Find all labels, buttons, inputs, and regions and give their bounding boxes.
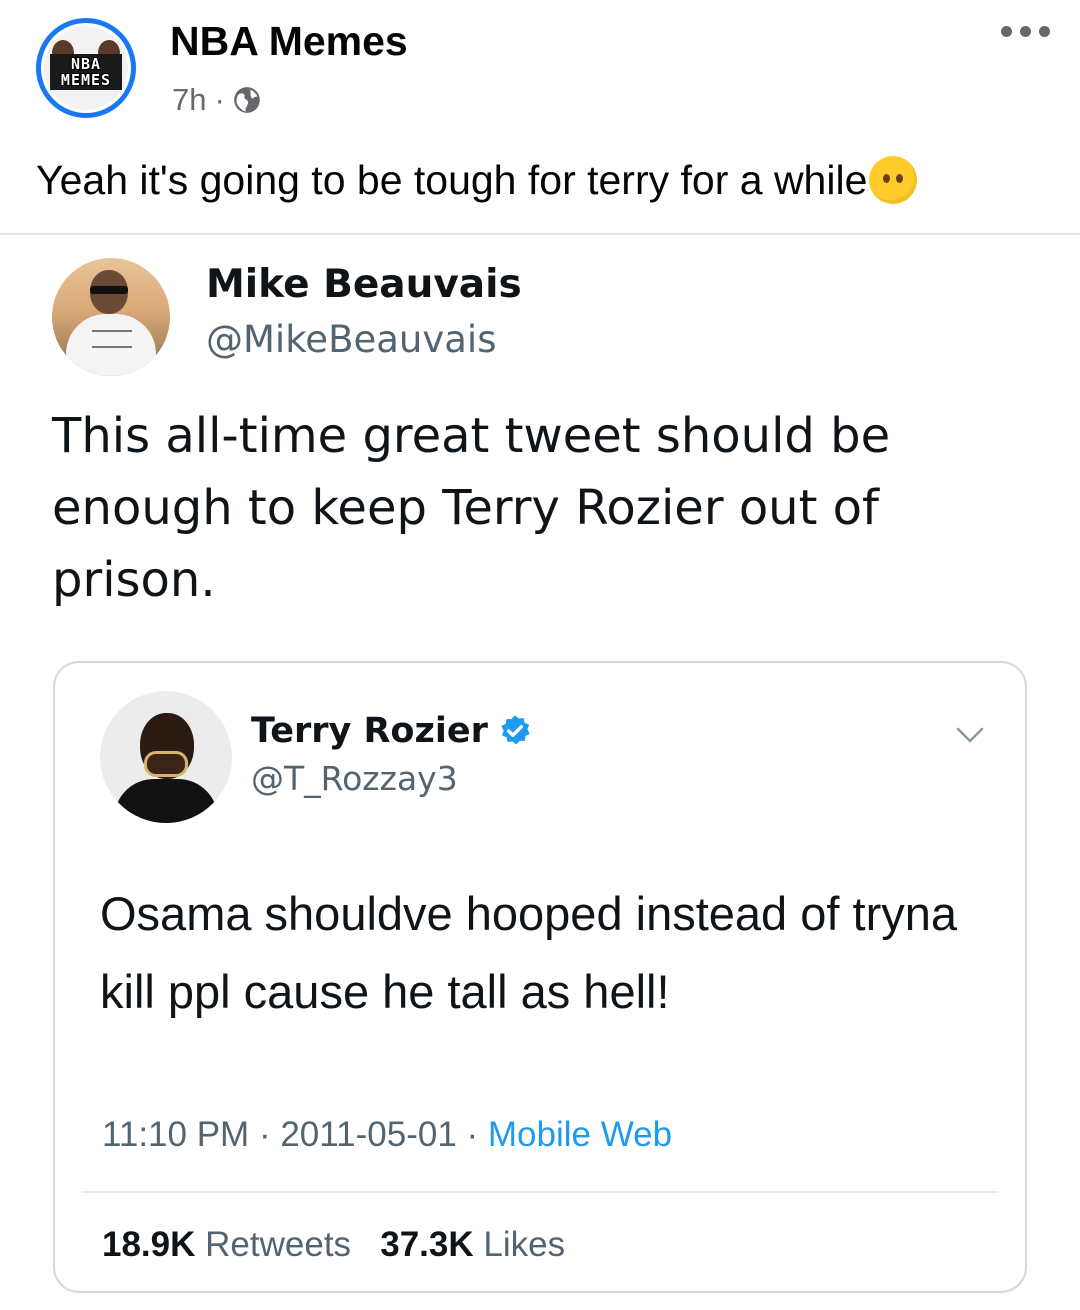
more-dot-2 (1020, 26, 1031, 37)
quoted-author-name: Terry Rozier (251, 711, 532, 751)
post-header: NBA MEMES NBA Memes 7h · (0, 0, 1080, 140)
caption-text: Yeah it's going to be tough for terry fo… (36, 156, 868, 203)
verified-badge-icon (501, 715, 530, 745)
quoted-author-handle: @T_Rozzay3 (251, 759, 458, 798)
nba-memes-logo: NBA MEMES (44, 26, 128, 110)
likes-label[interactable]: Likes (483, 1225, 565, 1264)
tweet-author-name: Mike Beauvais (206, 262, 522, 307)
post-caption: Yeah it's going to be tough for terry fo… (36, 156, 918, 204)
tweet-stats: 18.9K Retweets 37.3K Likes (102, 1225, 565, 1265)
retweets-label[interactable]: Retweets (205, 1225, 351, 1264)
quoted-tweet-meta: 11:10 PM · 2011-05-01 · Mobile Web (102, 1115, 672, 1155)
quoted-author-name-text: Terry Rozier (251, 711, 488, 751)
divider (0, 233, 1080, 235)
logo-text-line-2: MEMES (60, 71, 112, 89)
quoted-tweet-text: Osama shouldve hooped instead of tryna k… (100, 887, 957, 1018)
terry-rozier-avatar (100, 691, 232, 823)
more-dot-3 (1039, 26, 1050, 37)
stats-divider (82, 1191, 998, 1193)
logo-text: NBA MEMES (50, 54, 122, 90)
quoted-tweet-card: Terry Rozier @T_Rozzay3 Osama shouldve h… (53, 661, 1027, 1293)
meta-dot-1: · (258, 1115, 271, 1154)
globe-icon (233, 87, 260, 113)
mike-beauvais-avatar (52, 258, 170, 376)
avatar-sunglasses (90, 286, 128, 294)
no-mouth-emoji-icon (869, 156, 918, 204)
likes-count[interactable]: 37.3K (380, 1225, 473, 1264)
page-name[interactable]: NBA Memes (170, 18, 408, 65)
more-options-icon[interactable] (1001, 26, 1050, 37)
post-time[interactable]: 7h (172, 82, 206, 118)
tweet-author-handle: @MikeBeauvais (206, 318, 497, 361)
avatar-body (114, 779, 218, 823)
post-meta: 7h · (172, 82, 261, 118)
tweet-time[interactable]: 11:10 PM (102, 1115, 249, 1154)
meta-dot-2: · (466, 1115, 479, 1154)
tweet-text: This all-time great tweet should be enou… (52, 408, 891, 608)
page-avatar[interactable]: NBA MEMES (36, 18, 136, 118)
meta-separator: · (214, 82, 225, 117)
retweets-count[interactable]: 18.9K (102, 1225, 195, 1264)
avatar-hand (144, 751, 188, 777)
avatar-shirt-print (92, 330, 132, 348)
tweet-date[interactable]: 2011-05-01 (280, 1115, 456, 1154)
more-dot-1 (1001, 26, 1012, 37)
chevron-down-icon[interactable] (955, 725, 985, 745)
logo-text-line-1: NBA (70, 55, 102, 73)
tweet-source-link[interactable]: Mobile Web (488, 1115, 672, 1154)
